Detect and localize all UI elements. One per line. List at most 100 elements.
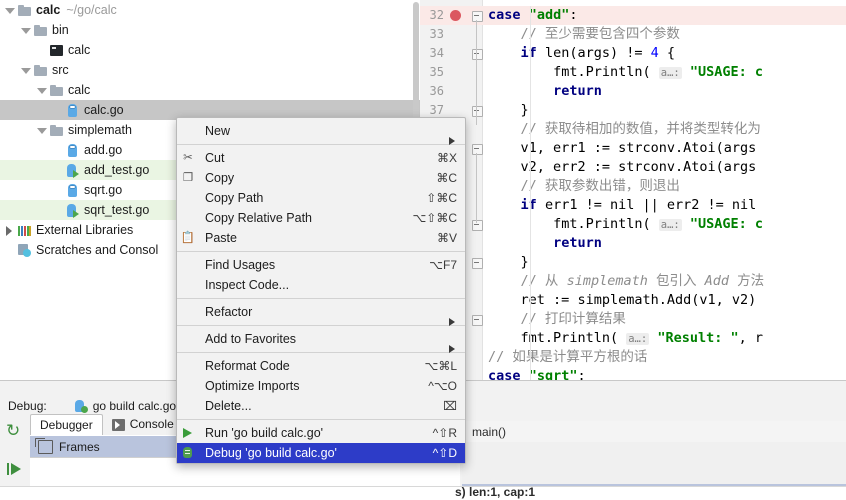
code-line[interactable]: // 打印计算结果 — [521, 310, 626, 329]
code-token: case — [488, 368, 521, 380]
parameter-hint: a…: — [626, 333, 650, 345]
menu-item-optimize-imports[interactable]: Optimize Imports ^⌥O — [177, 376, 465, 396]
code-line[interactable]: if err1 != nil || err2 != nil — [521, 196, 757, 215]
code-token: fmt.Println( — [553, 64, 659, 80]
menu-icon-slot — [177, 255, 199, 275]
code-token: // 至少需要包含四个参数 — [520, 26, 680, 42]
code-line[interactable]: case "add": — [488, 6, 577, 25]
variables-row[interactable] — [462, 463, 846, 485]
menu-item-delete[interactable]: Delete... ⌧ — [177, 396, 465, 416]
code-line[interactable]: return — [553, 82, 602, 101]
menu-item-shortcut: ^⇧D — [432, 446, 457, 460]
code-line[interactable]: ret := simplemath.Add(v1, v2) — [521, 291, 757, 310]
code-token: } — [520, 102, 529, 118]
line-number: 32 — [429, 8, 444, 22]
code-fold-toggle[interactable] — [472, 220, 483, 231]
tree-row-src[interactable]: src — [0, 60, 420, 80]
code-line[interactable]: // 从 simplemath 包引入 Add 方法 — [521, 272, 765, 291]
code-line[interactable]: // 获取待相加的数值，并将类型转化为 — [521, 120, 761, 139]
stack-frame-row[interactable]: main() — [462, 421, 846, 443]
tree-row-label: add_test.go — [84, 163, 150, 177]
tree-row-calc[interactable]: calc — [0, 40, 420, 60]
chevron-right-icon[interactable] — [4, 225, 15, 236]
code-line[interactable]: return — [553, 234, 602, 253]
tree-row-label: src — [52, 63, 69, 77]
code-line[interactable]: fmt.Println( a…: "USAGE: c — [553, 215, 763, 234]
menu-item-cut[interactable]: ✂ Cut ⌘X — [177, 148, 465, 168]
context-menu[interactable]: New ✂ Cut ⌘X ❐ Copy ⌘C Copy Path ⇧⌘C Copy Relativ… — [176, 117, 466, 464]
breakpoint-icon[interactable] — [450, 10, 461, 21]
tree-row-label: calc — [36, 3, 61, 17]
code-line[interactable]: fmt.Println( a…: "Result: ", r — [521, 329, 763, 348]
menu-item-find-usages[interactable]: Find Usages ⌥F7 — [177, 255, 465, 275]
menu-item-label: Refactor — [205, 305, 253, 319]
code-line[interactable]: fmt.Println( a…: "USAGE: c — [553, 63, 763, 82]
menu-item-reformat-code[interactable]: Reformat Code ⌥⌘L — [177, 356, 465, 376]
code-line[interactable]: case "sqrt": — [488, 367, 586, 380]
code-line[interactable]: } — [521, 253, 529, 272]
go-test-file-icon — [65, 163, 80, 178]
debug-tab-console[interactable]: Console — [103, 414, 183, 435]
code-token: v1, err1 := strconv.Atoi(args — [520, 140, 757, 156]
folder-icon — [49, 123, 64, 138]
tree-row-calc[interactable]: calc — [0, 80, 420, 100]
menu-item-refactor[interactable]: Refactor — [177, 302, 465, 326]
menu-item-copy-path[interactable]: Copy Path ⇧⌘C — [177, 188, 465, 208]
code-line[interactable]: // 获取参数出错，则退出 — [521, 177, 680, 196]
chevron-down-icon[interactable] — [20, 25, 31, 36]
code-fold-toggle[interactable] — [472, 258, 483, 269]
tree-row-label: simplemath — [68, 123, 132, 137]
menu-item-paste[interactable]: 📋 Paste ⌘V — [177, 228, 465, 248]
code-fold-toggle[interactable] — [472, 144, 483, 155]
menu-icon-slot — [177, 356, 199, 376]
scrollbar-thumb[interactable] — [413, 2, 419, 122]
debug-bottom-strip: s) len:1, cap:1 — [0, 486, 846, 500]
folder-icon — [49, 83, 64, 98]
code-token: case — [488, 7, 521, 23]
rerun-icon[interactable] — [5, 421, 25, 445]
tree-row-bin[interactable]: bin — [0, 20, 420, 40]
code-line[interactable]: v2, err2 := strconv.Atoi(args — [521, 158, 757, 177]
debug-tab-debugger[interactable]: Debugger — [30, 414, 103, 435]
go-file-icon — [65, 143, 80, 158]
code-line[interactable]: if len(args) != 4 { — [521, 44, 675, 63]
code-fold-toggle[interactable] — [472, 11, 483, 22]
menu-item-add-to-favorites[interactable]: Add to Favorites — [177, 329, 465, 353]
menu-item-shortcut: ^⌥O — [428, 379, 457, 393]
code-line[interactable]: v1, err1 := strconv.Atoi(args — [521, 139, 757, 158]
tree-row-calc[interactable]: calc ~/go/calc — [0, 0, 420, 20]
menu-item-new[interactable]: New — [177, 121, 465, 145]
resume-program-icon[interactable] — [5, 459, 25, 479]
code-token: "sqrt" — [528, 368, 578, 380]
code-fold-toggle[interactable] — [472, 49, 483, 60]
menu-item-inspect-code[interactable]: Inspect Code... — [177, 275, 465, 295]
code-fold-toggle[interactable] — [472, 315, 483, 326]
line-number: 37 — [429, 103, 444, 117]
code-editor[interactable]: 32 33 34 35 36 37 case "add":// 至少需要包含四个参数 if … — [420, 0, 846, 380]
go-file-icon — [65, 183, 80, 198]
chevron-down-icon[interactable] — [20, 65, 31, 76]
chevron-down-icon[interactable] — [4, 5, 15, 16]
code-fold-toggle[interactable] — [472, 106, 483, 117]
menu-item-copy[interactable]: ❐ Copy ⌘C — [177, 168, 465, 188]
menu-item-run-go-build-calc-go[interactable]: Run 'go build calc.go' ^⇧R — [177, 423, 465, 443]
code-token: fmt.Println( — [520, 330, 627, 346]
tree-row-label: External Libraries — [36, 223, 134, 237]
code-line[interactable]: // 如果是计算平方根的话 — [488, 348, 647, 367]
code-token: if — [520, 197, 537, 213]
menu-item-label: Find Usages — [205, 258, 276, 272]
menu-item-copy-relative-path[interactable]: Copy Relative Path ⌥⇧⌘C — [177, 208, 465, 228]
code-line[interactable]: // 至少需要包含四个参数 — [521, 25, 680, 44]
chevron-down-icon[interactable] — [36, 125, 47, 136]
menu-icon-slot — [177, 302, 199, 322]
variables-row[interactable] — [462, 442, 846, 464]
editor-code-area[interactable]: case "add":// 至少需要包含四个参数 if len(args) != … — [483, 0, 846, 380]
code-line[interactable]: } — [521, 101, 529, 120]
menu-item-debug-go-build-calc-go[interactable]: Debug 'go build calc.go' ^⇧D — [177, 443, 465, 463]
go-test-file-icon — [65, 203, 80, 218]
code-token: : — [569, 7, 578, 23]
chevron-down-icon[interactable] — [36, 85, 47, 96]
folder-icon — [17, 3, 32, 18]
